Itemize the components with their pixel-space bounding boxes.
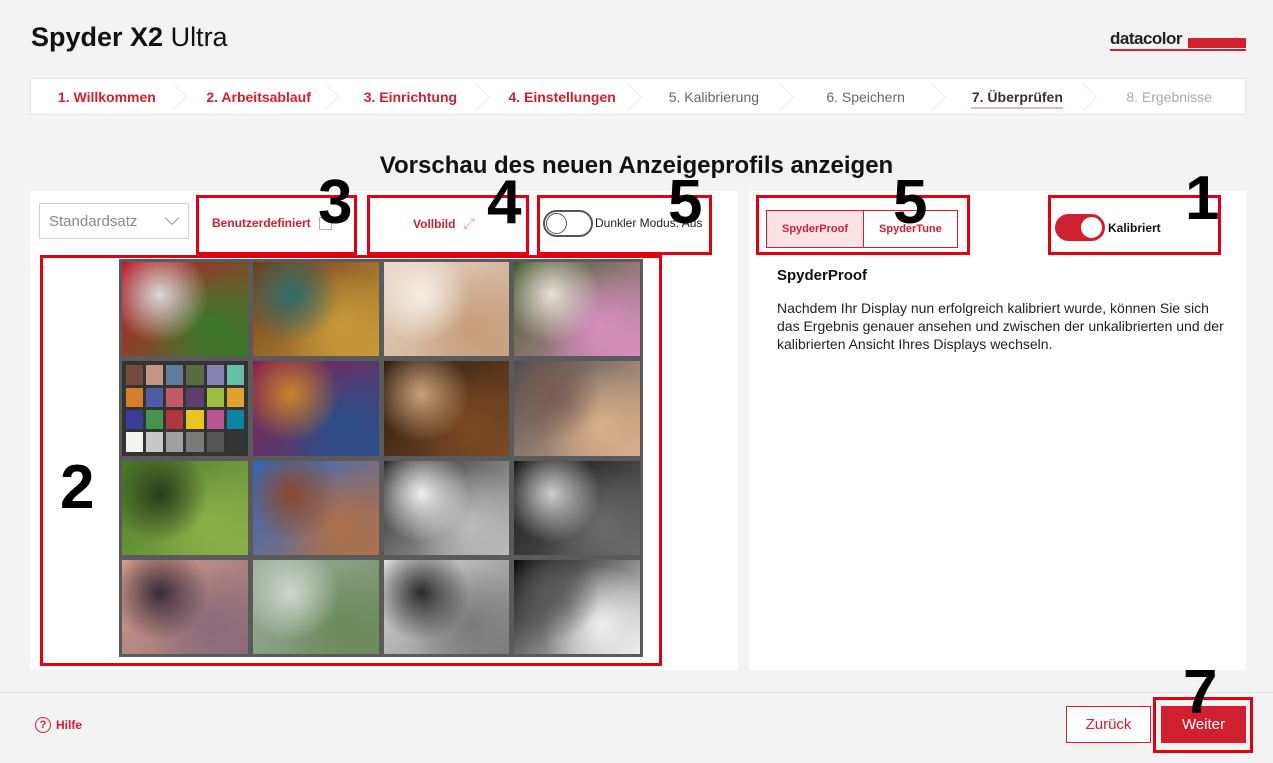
step-ueberpruefen[interactable]: 7. Überprüfen — [942, 79, 1098, 114]
section-description: Nachdem Ihr Display nun erfolgreich kali… — [777, 300, 1224, 352]
annotation-box-5b — [756, 195, 970, 255]
step-einrichtung[interactable]: 3. Einrichtung — [335, 79, 491, 114]
step-arbeitsablauf[interactable]: 2. Arbeitsablauf — [183, 79, 339, 114]
step-kalibrierung[interactable]: 5. Kalibrierung — [638, 79, 794, 114]
annotation-number-5a: 5 — [668, 168, 703, 237]
app-title: Spyder X2 Ultra — [31, 22, 228, 52]
step-einstellungen[interactable]: 4. Einstellungen — [486, 79, 642, 114]
back-button[interactable]: Zurück — [1066, 706, 1151, 743]
annotation-box-2 — [40, 255, 662, 666]
annotation-number-7: 7 — [1183, 658, 1218, 727]
page-title: Vorschau des neuen Anzeigeprofils anzeig… — [379, 152, 894, 179]
annotation-number-1: 1 — [1185, 164, 1220, 233]
help-link[interactable]: ? Hilfe — [35, 717, 82, 733]
section-title: SpyderProof — [777, 267, 868, 284]
annotation-number-4: 4 — [487, 168, 522, 237]
chevron-down-icon — [164, 210, 180, 226]
info-panel — [749, 191, 1246, 670]
annotation-number-2: 2 — [60, 453, 95, 522]
preset-select[interactable]: Standardsatz — [39, 203, 189, 239]
annotation-number-3: 3 — [318, 168, 353, 237]
datacolor-logo: datacolor — [1110, 30, 1246, 51]
step-speichern[interactable]: 6. Speichern — [790, 79, 946, 114]
step-ergebnisse: 8. Ergebnisse — [1126, 88, 1212, 105]
footer-divider — [0, 692, 1273, 693]
annotation-number-5b: 5 — [893, 168, 928, 237]
preset-select-value: Standardsatz — [49, 212, 138, 230]
wizard-steps: 1. Willkommen 2. Arbeitsablauf 3. Einric… — [30, 78, 1246, 115]
question-icon: ? — [35, 717, 51, 733]
help-label: Hilfe — [56, 718, 83, 732]
step-willkommen[interactable]: 1. Willkommen — [31, 79, 187, 114]
